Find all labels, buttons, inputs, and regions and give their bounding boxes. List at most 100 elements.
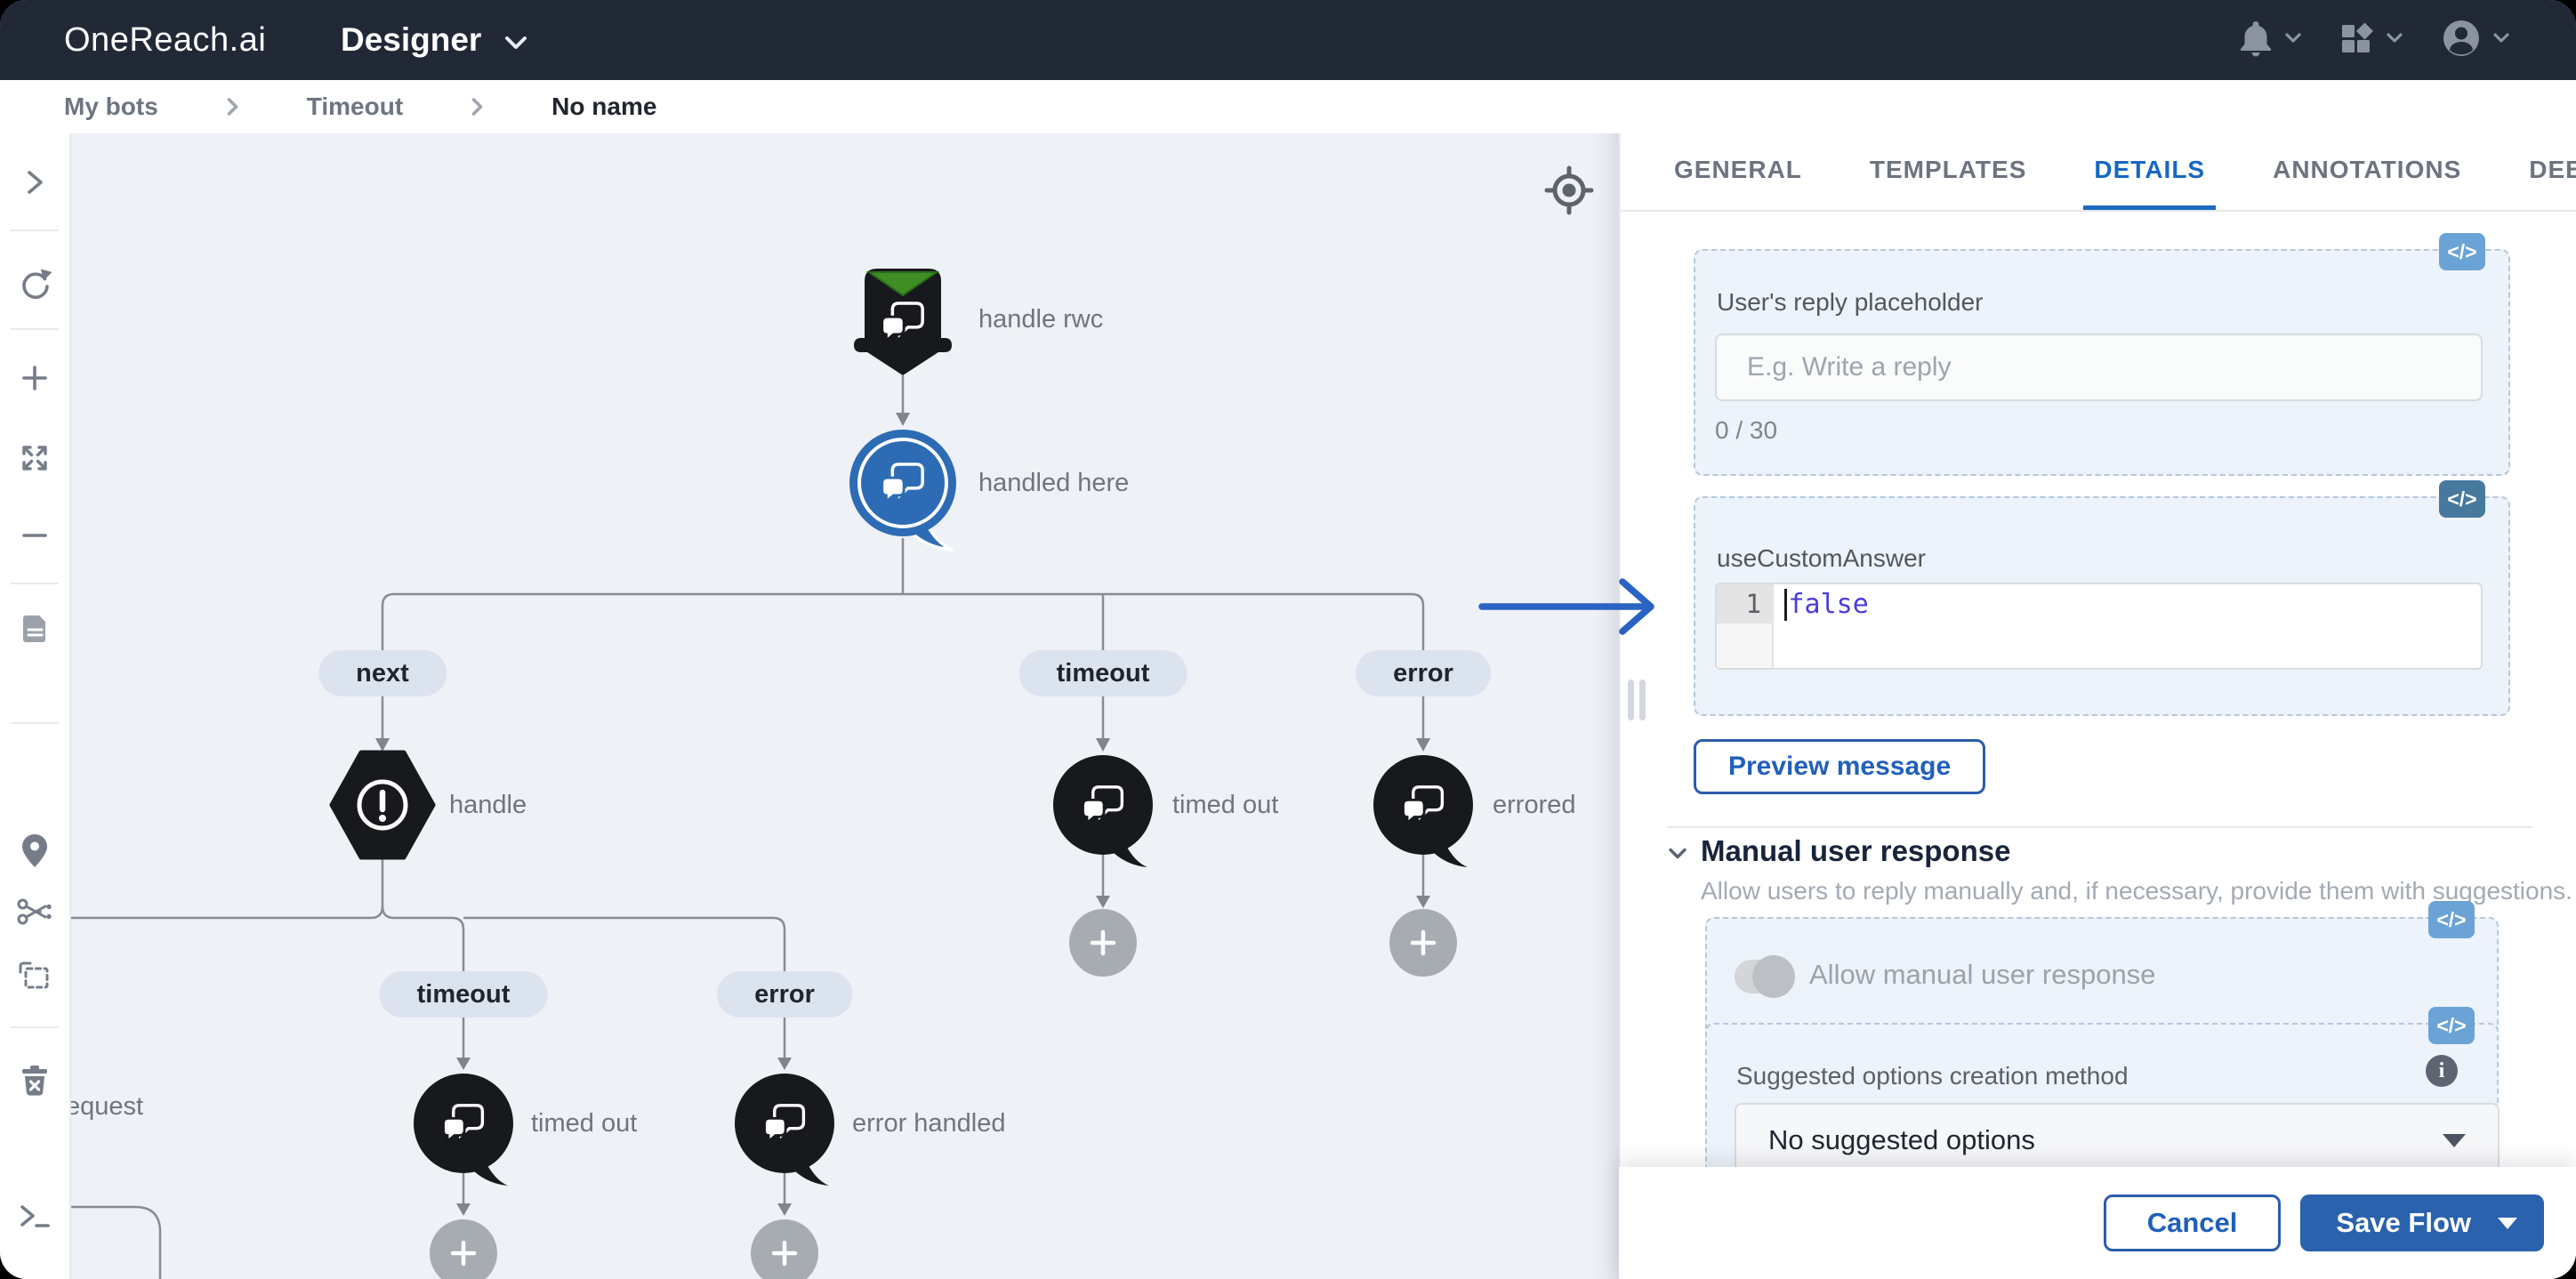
node-label: handle	[449, 791, 527, 820]
chevron-down-icon	[2284, 32, 2302, 49]
save-options-caret-icon[interactable]	[2498, 1218, 2517, 1229]
locate-crosshair-icon[interactable]	[1541, 162, 1598, 219]
notes-document-icon[interactable]	[0, 598, 69, 660]
cut-icon[interactable]	[0, 881, 69, 943]
breadcrumb: My bots Timeout No name	[0, 80, 2576, 133]
tab-general[interactable]: GENERAL	[1663, 133, 1813, 210]
panel-resize-handle[interactable]	[1639, 680, 1646, 720]
top-bar: OneReach.ai Designer	[0, 0, 2576, 80]
node-label: timed out	[1172, 791, 1278, 820]
text-cursor	[1784, 589, 1787, 621]
breadcrumb-my-bots[interactable]: My bots	[64, 93, 158, 121]
node-label: handled here	[978, 469, 1129, 498]
zoom-out-icon[interactable]	[0, 504, 69, 567]
toolbar-divider	[11, 583, 59, 584]
toolbar-divider	[11, 229, 59, 231]
allow-manual-response-toggle[interactable]	[1735, 960, 1791, 993]
annotation-arrow-icon	[1477, 571, 1681, 642]
branch-pill-next[interactable]: next	[318, 650, 447, 696]
collapse-panel-icon[interactable]	[0, 151, 69, 213]
node-message[interactable]	[1372, 753, 1484, 875]
chevron-right-icon	[226, 97, 239, 117]
code-value: false	[1789, 587, 1869, 623]
info-icon[interactable]: i	[2426, 1055, 2458, 1087]
toolbar-divider	[11, 1026, 59, 1028]
notifications-menu[interactable]	[2238, 19, 2302, 62]
apps-menu[interactable]	[2339, 20, 2403, 60]
panel-resize-handle[interactable]	[1628, 680, 1634, 720]
editor-gutter: 1	[1717, 584, 1774, 668]
breadcrumb-current-name[interactable]: No name	[551, 93, 656, 121]
plus-icon	[449, 1239, 478, 1267]
tab-details[interactable]: DETAILS	[2083, 133, 2216, 210]
delete-icon[interactable]	[0, 1050, 69, 1112]
canvas-toolbar	[0, 133, 71, 1279]
section-title: Manual user response	[1701, 834, 2010, 868]
details-panel: GENERAL TEMPLATES DETAILS ANNOTATIONS DE…	[1619, 133, 2576, 1279]
bell-icon	[2238, 19, 2274, 62]
code-mode-toggle-icon[interactable]: </>	[2428, 1007, 2475, 1044]
collapse-section-icon[interactable]	[1667, 847, 1688, 865]
node-label: handle rwc	[978, 305, 1103, 334]
dropdown-caret-icon	[2443, 1134, 2466, 1147]
breadcrumb-flow[interactable]: Timeout	[307, 93, 403, 121]
line-number: 1	[1717, 584, 1772, 623]
node-message-selected[interactable]	[838, 418, 971, 558]
branch-pill-error[interactable]: error	[1356, 650, 1491, 696]
plus-icon	[770, 1239, 799, 1267]
node-message[interactable]	[733, 1072, 845, 1194]
app-switcher-label: Designer	[341, 21, 481, 59]
zoom-in-icon[interactable]	[0, 347, 69, 409]
plus-icon	[1089, 929, 1117, 957]
field-label: useCustomAnswer	[1717, 544, 1926, 573]
field-label: User's reply placeholder	[1717, 288, 1983, 317]
node-message[interactable]	[412, 1072, 524, 1194]
field-label: Suggested options creation method	[1736, 1062, 2129, 1090]
code-editor[interactable]: 1 false	[1715, 583, 2483, 670]
add-step-button[interactable]	[1389, 909, 1457, 977]
code-mode-toggle-icon[interactable]: </>	[2428, 901, 2475, 938]
node-message[interactable]	[1051, 753, 1163, 875]
plus-icon	[1409, 929, 1437, 957]
branch-pill-error-2[interactable]: error	[717, 971, 852, 1018]
branch-pill-timeout-2[interactable]: timeout	[380, 971, 548, 1018]
node-label-clipped: equest	[71, 1092, 143, 1122]
topbar-actions	[2201, 0, 2510, 80]
section-divider	[1667, 826, 2532, 828]
preview-message-button[interactable]: Preview message	[1694, 739, 1985, 794]
location-icon[interactable]	[0, 820, 69, 882]
tab-debugging[interactable]: DEBUGGING	[2518, 133, 2576, 210]
branch-pill-timeout[interactable]: timeout	[1019, 650, 1187, 696]
node-start-message[interactable]	[852, 263, 954, 382]
panel-footer: Cancel Save Flow	[1619, 1167, 2576, 1279]
refresh-icon[interactable]	[0, 253, 69, 315]
add-step-button[interactable]	[751, 1219, 818, 1279]
node-alert[interactable]	[329, 750, 436, 865]
app-switcher[interactable]: Designer	[341, 0, 527, 80]
fit-to-screen-icon[interactable]	[0, 427, 69, 489]
code-mode-toggle-icon[interactable]: </>	[2439, 233, 2485, 270]
chevron-down-icon	[504, 21, 527, 59]
tab-templates[interactable]: TEMPLATES	[1859, 133, 2037, 210]
terminal-icon[interactable]	[0, 1185, 69, 1247]
flow-canvas[interactable]: handle rwc handled here next timeout err…	[71, 133, 1619, 1279]
reply-placeholder-input[interactable]	[1715, 334, 2483, 401]
avatar-icon	[2441, 18, 2482, 63]
toggle-knob	[1752, 955, 1795, 998]
chevron-right-icon	[471, 97, 484, 117]
panel-tabs: GENERAL TEMPLATES DETAILS ANNOTATIONS DE…	[1621, 133, 2576, 212]
add-step-button[interactable]	[1069, 909, 1137, 977]
chevron-down-icon	[2492, 32, 2510, 49]
account-menu[interactable]	[2441, 18, 2510, 63]
toggle-label: Allow manual user response	[1809, 959, 2155, 991]
tab-annotations[interactable]: ANNOTATIONS	[2262, 133, 2472, 210]
select-value: No suggested options	[1768, 1124, 2035, 1156]
editor-code-line[interactable]: false	[1774, 584, 2481, 668]
node-label: errored	[1493, 791, 1576, 820]
char-counter: 0 / 30	[1715, 416, 1777, 445]
code-mode-toggle-icon[interactable]: </>	[2439, 480, 2485, 518]
save-flow-button[interactable]: Save Flow	[2300, 1195, 2544, 1251]
cancel-button[interactable]: Cancel	[2104, 1195, 2282, 1251]
add-step-button[interactable]	[430, 1219, 497, 1279]
select-area-icon[interactable]	[0, 945, 69, 1007]
